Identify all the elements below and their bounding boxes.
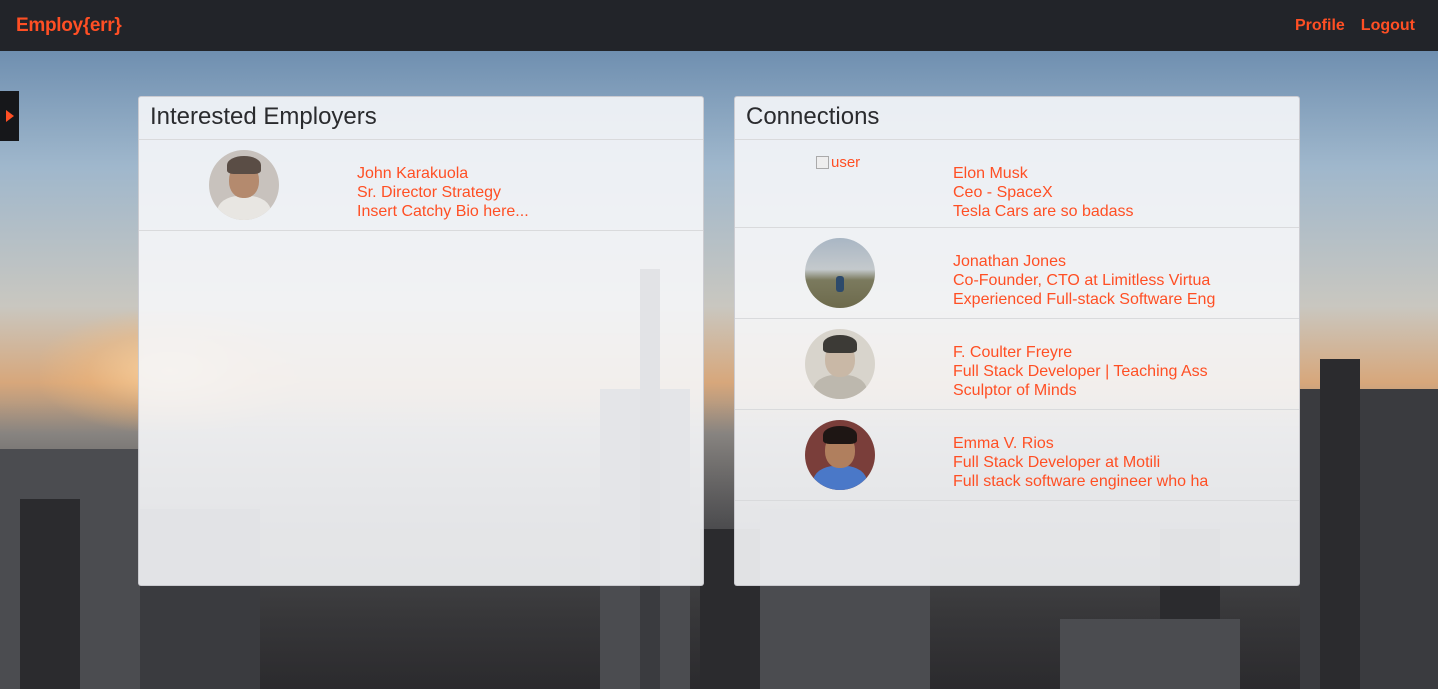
connection-info: Emma V. Rios Full Stack Developer at Mot… bbox=[953, 434, 1208, 491]
avatar-torso bbox=[217, 196, 271, 220]
list-item[interactable]: F. Coulter Freyre Full Stack Developer |… bbox=[735, 319, 1299, 410]
list-item[interactable]: Jonathan Jones Co-Founder, CTO at Limitl… bbox=[735, 228, 1299, 319]
connection-title[interactable]: Full Stack Developer at Motili bbox=[953, 453, 1208, 472]
connection-info: Elon Musk Ceo - SpaceX Tesla Cars are so… bbox=[953, 164, 1134, 221]
building bbox=[1060, 619, 1240, 689]
avatar[interactable] bbox=[805, 420, 875, 490]
connection-bio[interactable]: Sculptor of Minds bbox=[953, 381, 1208, 400]
avatar[interactable] bbox=[805, 329, 875, 399]
broken-image-icon[interactable]: user bbox=[816, 154, 860, 171]
profile-link[interactable]: Profile bbox=[1295, 17, 1345, 35]
connection-name[interactable]: F. Coulter Freyre bbox=[953, 343, 1208, 362]
employer-info: John Karakuola Sr. Director Strategy Ins… bbox=[357, 164, 529, 221]
connection-name[interactable]: Emma V. Rios bbox=[953, 434, 1208, 453]
avatar-torso bbox=[813, 466, 867, 490]
avatar-torso bbox=[813, 375, 867, 399]
connection-info: F. Coulter Freyre Full Stack Developer |… bbox=[953, 343, 1208, 400]
list-item[interactable]: Emma V. Rios Full Stack Developer at Mot… bbox=[735, 410, 1299, 501]
image-alt-text: user bbox=[831, 154, 861, 171]
avatar-hair bbox=[823, 426, 857, 444]
avatar-hair bbox=[823, 335, 857, 353]
avatar-figure bbox=[836, 276, 844, 292]
connection-name[interactable]: Elon Musk bbox=[953, 164, 1134, 183]
caret-right-icon bbox=[5, 110, 14, 122]
connection-bio[interactable]: Full stack software engineer who ha bbox=[953, 472, 1208, 491]
connection-title[interactable]: Full Stack Developer | Teaching Ass bbox=[953, 362, 1208, 381]
connection-name[interactable]: Jonathan Jones bbox=[953, 252, 1215, 271]
employer-bio[interactable]: Insert Catchy Bio here... bbox=[357, 202, 529, 221]
panel-title: Connections bbox=[735, 97, 1299, 140]
panel-title: Interested Employers bbox=[139, 97, 703, 140]
avatar[interactable] bbox=[805, 238, 875, 308]
interested-employers-panel: Interested Employers John Karakuola Sr. … bbox=[138, 96, 704, 586]
connection-info: Jonathan Jones Co-Founder, CTO at Limitl… bbox=[953, 252, 1215, 309]
connections-panel: Connections user Elon Musk Ceo - SpaceX … bbox=[734, 96, 1300, 586]
connection-bio[interactable]: Tesla Cars are so badass bbox=[953, 202, 1134, 221]
sidebar-toggle-button[interactable] bbox=[0, 91, 19, 141]
avatar[interactable] bbox=[209, 150, 279, 220]
connection-bio[interactable]: Experienced Full-stack Software Eng bbox=[953, 290, 1215, 309]
connection-title[interactable]: Ceo - SpaceX bbox=[953, 183, 1134, 202]
list-item[interactable]: user Elon Musk Ceo - SpaceX Tesla Cars a… bbox=[735, 140, 1299, 228]
building bbox=[1320, 359, 1360, 689]
brand-logo[interactable]: Employ{err} bbox=[16, 15, 122, 37]
list-item[interactable]: John Karakuola Sr. Director Strategy Ins… bbox=[139, 140, 703, 231]
employer-name[interactable]: John Karakuola bbox=[357, 164, 529, 183]
image-placeholder-icon bbox=[816, 156, 829, 169]
building bbox=[20, 499, 80, 689]
logout-link[interactable]: Logout bbox=[1361, 17, 1415, 35]
nav-links: Profile Logout bbox=[1295, 17, 1415, 35]
employer-title[interactable]: Sr. Director Strategy bbox=[357, 183, 529, 202]
connection-title[interactable]: Co-Founder, CTO at Limitless Virtua bbox=[953, 271, 1215, 290]
avatar-hair bbox=[227, 156, 261, 174]
top-navbar: Employ{err} Profile Logout bbox=[0, 0, 1438, 51]
